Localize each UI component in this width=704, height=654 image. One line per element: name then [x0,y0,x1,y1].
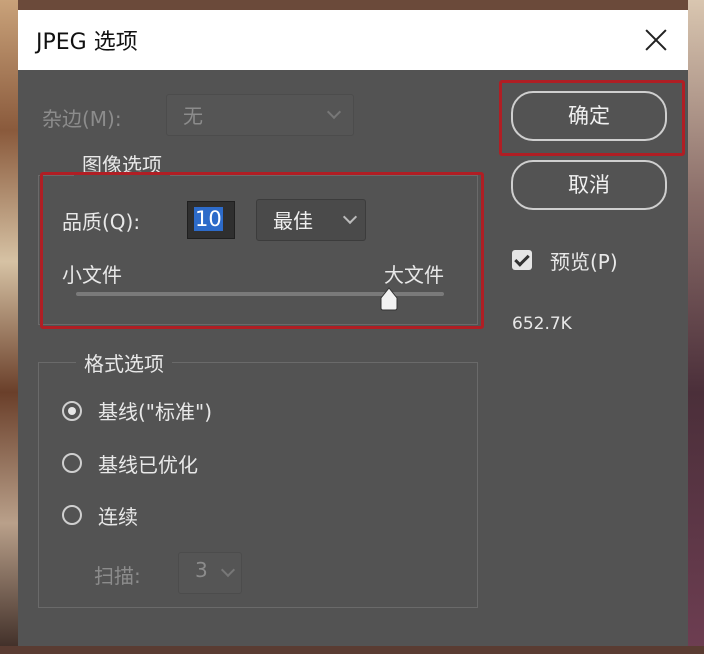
chevron-down-icon [220,562,236,578]
matte-label: 杂边(M): [42,107,122,131]
option-progressive-label: 连续 [98,505,138,529]
dialog-title: JPEG 选项 [36,30,138,55]
background-photo-left [0,0,18,654]
scans-value: 3 [195,558,208,582]
cancel-button[interactable]: 取消 [511,160,667,210]
option-baseline-standard-label: 基线("标准") [98,400,213,424]
chevron-down-icon [326,104,342,120]
matte-value: 无 [183,104,203,128]
scans-select[interactable]: 3 [178,552,242,594]
ok-highlight-box [499,80,685,156]
radio-baseline-optimized[interactable] [62,453,82,473]
radio-baseline-standard[interactable] [62,401,82,421]
scans-label: 扫描: [94,564,141,588]
option-baseline-optimized-label: 基线已优化 [98,453,198,477]
background-photo-bottom [0,646,704,654]
format-options-group-label: 格式选项 [76,348,172,377]
jpeg-options-dialog: JPEG 选项 杂边(M): 无 图像选项 品质(Q): 10 最佳 小文件 大… [18,10,688,646]
file-size: 652.7K [512,314,572,334]
matte-select[interactable]: 无 [166,94,354,136]
title-bar: JPEG 选项 [18,10,688,70]
preview-checkbox[interactable] [512,250,532,270]
radio-progressive[interactable] [62,505,82,525]
close-icon[interactable] [638,22,674,58]
quality-highlight-box [40,172,484,329]
background-photo-right [688,0,704,654]
preview-label: 预览(P) [550,250,618,274]
